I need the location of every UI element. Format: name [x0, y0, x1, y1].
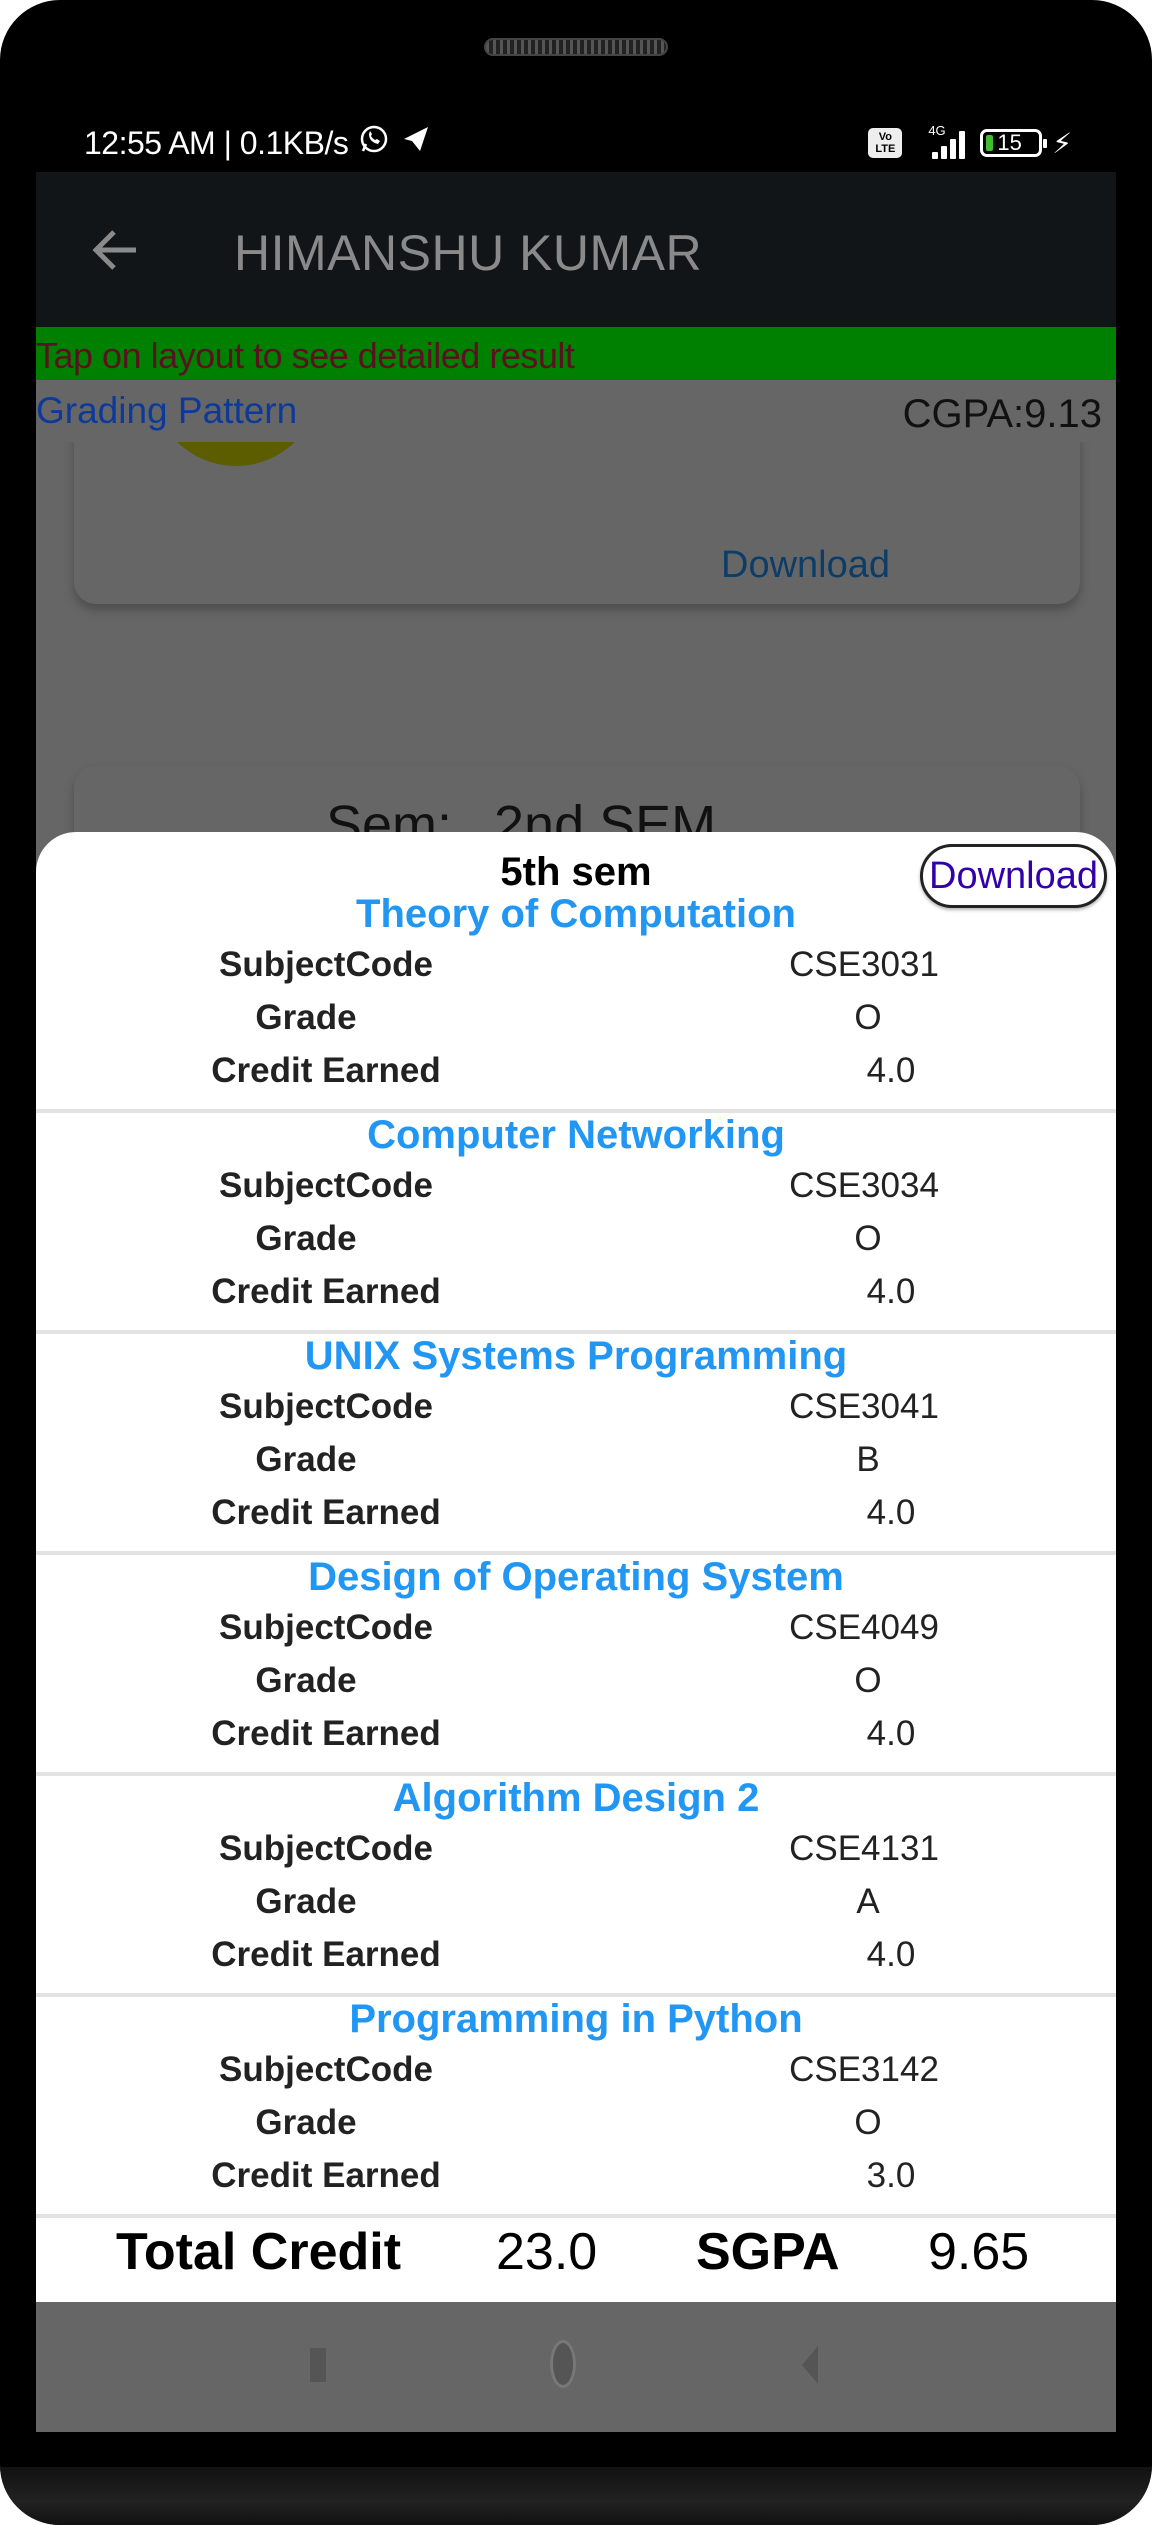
arrow-left-icon[interactable]	[86, 222, 146, 278]
subject-name: Theory of Computation	[356, 892, 796, 936]
banner-text: Tap on layout to see detailed result	[36, 335, 575, 376]
whatsapp-icon	[358, 123, 390, 163]
sgpa-label: SGPA	[696, 2223, 840, 2281]
home-button[interactable]	[550, 2340, 576, 2388]
subject-item: UNIX Systems Programming SubjectCode CSE30…	[36, 1334, 1116, 1555]
grade-value: O	[854, 998, 882, 1037]
credit-earned-label: Credit Earned	[211, 1935, 441, 1974]
subject-code-label: SubjectCode	[219, 1829, 433, 1868]
subject-item: Computer Networking SubjectCode CSE3034 Gra…	[36, 1113, 1116, 1334]
subject-code-label: SubjectCode	[219, 1387, 433, 1426]
back-button[interactable]	[802, 2346, 818, 2384]
pie-chart	[154, 442, 318, 466]
subject-item: Programming in Python SubjectCode CSE3142 G…	[36, 1997, 1116, 2218]
subject-name: Computer Networking	[367, 1113, 785, 1157]
charging-icon: ⚡︎	[1052, 127, 1072, 159]
volte-icon: Vo LTE	[868, 128, 903, 158]
credit-earned-value: 4.0	[866, 1272, 916, 1311]
subject-item: Algorithm Design 2 SubjectCode CSE4131 Grad…	[36, 1776, 1116, 1997]
telegram-icon	[400, 123, 432, 163]
sgpa-value: 9.65	[928, 2223, 1030, 2281]
grade-value: A	[856, 1882, 880, 1921]
credit-earned-label: Credit Earned	[211, 1051, 441, 1090]
credit-earned-label: Credit Earned	[211, 1493, 441, 1532]
grade-label: Grade	[255, 1440, 357, 1479]
subject-code-label: SubjectCode	[219, 2050, 433, 2089]
grade-label: Grade	[255, 2103, 357, 2142]
credit-earned-value: 4.0	[866, 1935, 916, 1974]
totals-row: Total Credit 23.0 SGPA 9.65	[36, 2212, 1116, 2302]
subject-code-label: SubjectCode	[219, 1166, 433, 1205]
grade-value: O	[854, 1661, 882, 1700]
cgpa-value: CGPA:9.13	[902, 392, 1102, 436]
total-credit-value: 23.0	[496, 2223, 598, 2281]
grade-label: Grade	[255, 1661, 357, 1700]
battery-icon: 15	[980, 129, 1048, 157]
total-credit-label: Total Credit	[116, 2223, 402, 2281]
battery-level: 15	[997, 130, 1022, 155]
grading-pattern-link[interactable]: Grading Pattern	[36, 390, 297, 432]
phone-chin	[0, 2467, 1152, 2525]
subject-code-value: CSE4049	[789, 1608, 939, 1647]
subject-code-value: CSE3034	[789, 1166, 939, 1205]
grade-value: B	[856, 1440, 880, 1479]
subject-name: UNIX Systems Programming	[304, 1334, 848, 1378]
subject-code-value: CSE4131	[789, 1829, 939, 1868]
credit-earned-value: 4.0	[866, 1051, 916, 1090]
signal-strength-icon: 4G	[912, 123, 970, 161]
card-download-link[interactable]: Download	[721, 544, 890, 587]
page-title: HIMANSHU KUMAR	[234, 225, 703, 281]
result-bottom-sheet: 5th sem Download Theory of Computation Su…	[36, 832, 1116, 2302]
status-time-speed: 12:55 AM | 0.1KB/s	[84, 124, 349, 161]
subject-code-value: CSE3031	[789, 945, 939, 984]
recents-button[interactable]	[310, 2348, 326, 2382]
status-bar: 12:55 AM | 0.1KB/s Vo LTE 4G 15 ⚡︎	[0, 118, 1152, 168]
app-screen: HIMANSHU KUMAR Tap on layout to see deta…	[36, 172, 1116, 2432]
credit-earned-value: 4.0	[866, 1714, 916, 1753]
system-nav-bar	[36, 2302, 1116, 2432]
subject-code-label: SubjectCode	[219, 1608, 433, 1647]
header-row: Grading Pattern CGPA:9.13	[36, 380, 1116, 442]
subject-item: Design of Operating System SubjectCode CSE…	[36, 1555, 1116, 1776]
toolbar: HIMANSHU KUMAR	[36, 172, 1116, 327]
grade-value: O	[854, 2103, 882, 2142]
subject-item: Theory of Computation SubjectCode CSE3031 G…	[36, 892, 1116, 1113]
subject-code-value: CSE3142	[789, 2050, 939, 2089]
grade-value: O	[854, 1219, 882, 1258]
credit-earned-value: 4.0	[866, 1493, 916, 1532]
grade-label: Grade	[255, 998, 357, 1037]
subject-name: Design of Operating System	[308, 1555, 844, 1599]
phone-frame: 12:55 AM | 0.1KB/s Vo LTE 4G 15 ⚡︎ HIMAN…	[0, 0, 1152, 2525]
earpiece-speaker	[484, 38, 668, 56]
subject-code-label: SubjectCode	[219, 945, 433, 984]
grade-label: Grade	[255, 1882, 357, 1921]
subject-name: Algorithm Design 2	[392, 1776, 760, 1820]
info-banner: Tap on layout to see detailed result	[36, 327, 1116, 380]
grade-label: Grade	[255, 1219, 357, 1258]
credit-earned-label: Credit Earned	[211, 1714, 441, 1753]
credit-earned-value: 3.0	[866, 2156, 916, 2195]
credit-earned-label: Credit Earned	[211, 2156, 441, 2195]
subject-name: Programming in Python	[349, 1997, 803, 2041]
subject-code-value: CSE3041	[789, 1387, 939, 1426]
credit-earned-label: Credit Earned	[211, 1272, 441, 1311]
semester-card[interactable]: Download	[74, 442, 1080, 604]
